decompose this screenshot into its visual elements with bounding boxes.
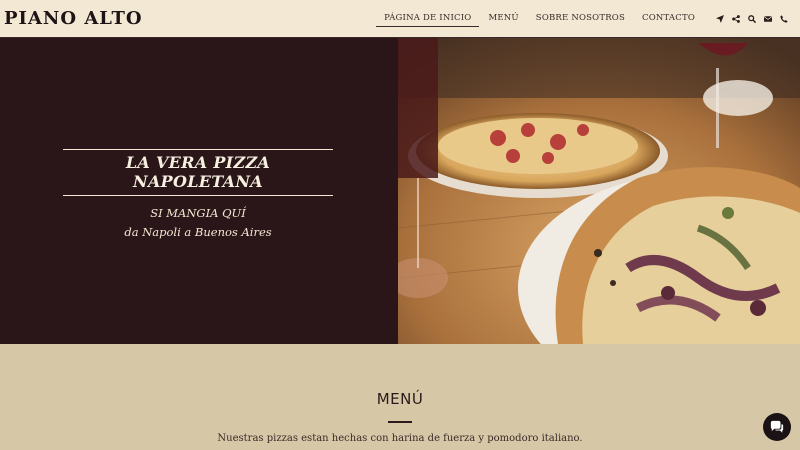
phone-icon[interactable] [776,0,792,37]
nav-item-home[interactable]: PÁGINA DE INICIO [376,0,480,37]
hero-pizza-image [398,38,800,344]
chat-button[interactable] [763,413,791,441]
hero-title: LA VERA PIZZA NAPOLETANA [125,153,271,191]
menu-title-divider [388,421,412,423]
main-nav: PÁGINA DE INICIO MENÚ SOBRE NOSOTROS CON… [376,0,792,37]
nav-item-contact[interactable]: CONTACTO [642,0,695,37]
hero-subtitle-line1: SI MANGIA QUÍ [150,206,246,220]
hero-text-box: LA VERA PIZZA NAPOLETANA SI MANGIA QUÍ d… [63,149,333,242]
nav-item-menu[interactable]: MENÚ [488,0,518,37]
site-logo[interactable]: PIANO ALTO [4,8,143,29]
hero-subtitle-line2: da Napoli a Buenos Aires [124,225,272,239]
hero-section: LA VERA PIZZA NAPOLETANA SI MANGIA QUÍ d… [0,38,800,344]
chat-icon [770,420,784,433]
hero-bottom-rule [63,195,333,196]
nav-item-about[interactable]: SOBRE NOSOTROS [536,0,625,37]
location-arrow-icon[interactable] [712,0,728,37]
menu-section-description: Nuestras pizzas estan hechas con harina … [217,433,583,444]
menu-section: MENÚ Nuestras pizzas estan hechas con ha… [0,344,800,450]
hero-subtitle: SI MANGIA QUÍ da Napoli a Buenos Aires [63,204,333,242]
hero-text-panel: LA VERA PIZZA NAPOLETANA SI MANGIA QUÍ d… [0,38,398,344]
search-icon[interactable] [744,0,760,37]
mail-icon[interactable] [760,0,776,37]
pizza-photo-illustration [398,38,800,344]
share-icon[interactable] [728,0,744,37]
site-header: PIANO ALTO PÁGINA DE INICIO MENÚ SOBRE N… [0,0,800,38]
menu-section-title: MENÚ [376,390,424,408]
